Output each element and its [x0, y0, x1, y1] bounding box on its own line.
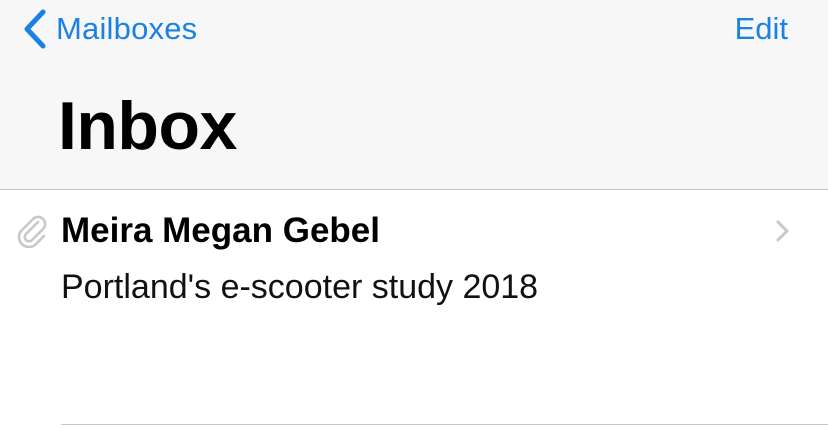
message-sender: Meira Megan Gebel — [61, 211, 380, 250]
row-separator — [61, 424, 828, 425]
message-list-item[interactable]: Meira Megan Gebel Portland's e-scooter s… — [0, 190, 828, 424]
chevron-left-icon — [22, 9, 48, 49]
page-title: Inbox — [58, 88, 237, 164]
paperclip-icon — [16, 214, 48, 253]
message-subject: Portland's e-scooter study 2018 — [61, 268, 539, 306]
chevron-right-icon — [775, 219, 791, 248]
navigation-header: Mailboxes Edit Inbox — [0, 0, 828, 190]
back-button-label: Mailboxes — [56, 11, 198, 46]
edit-button[interactable]: Edit — [735, 6, 788, 52]
back-button-mailboxes[interactable]: Mailboxes — [22, 6, 197, 52]
